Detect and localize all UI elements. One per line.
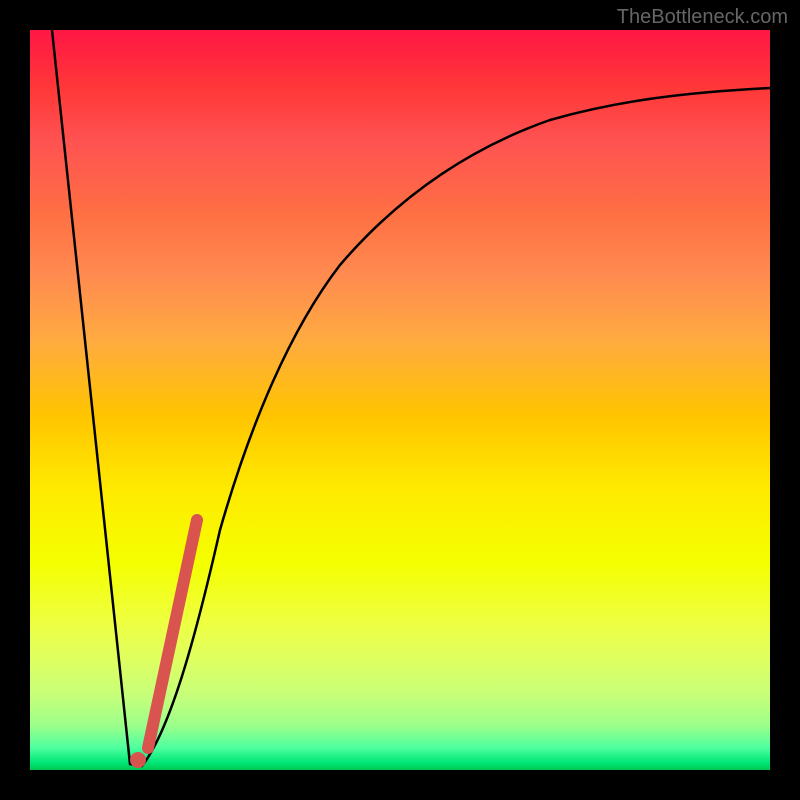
chart-svg <box>30 30 770 770</box>
bottleneck-curve <box>52 30 770 766</box>
watermark-text: TheBottleneck.com <box>617 6 788 29</box>
chart-plot-area <box>30 30 770 770</box>
highlight-segment <box>148 520 197 748</box>
highlight-marker <box>130 752 146 768</box>
